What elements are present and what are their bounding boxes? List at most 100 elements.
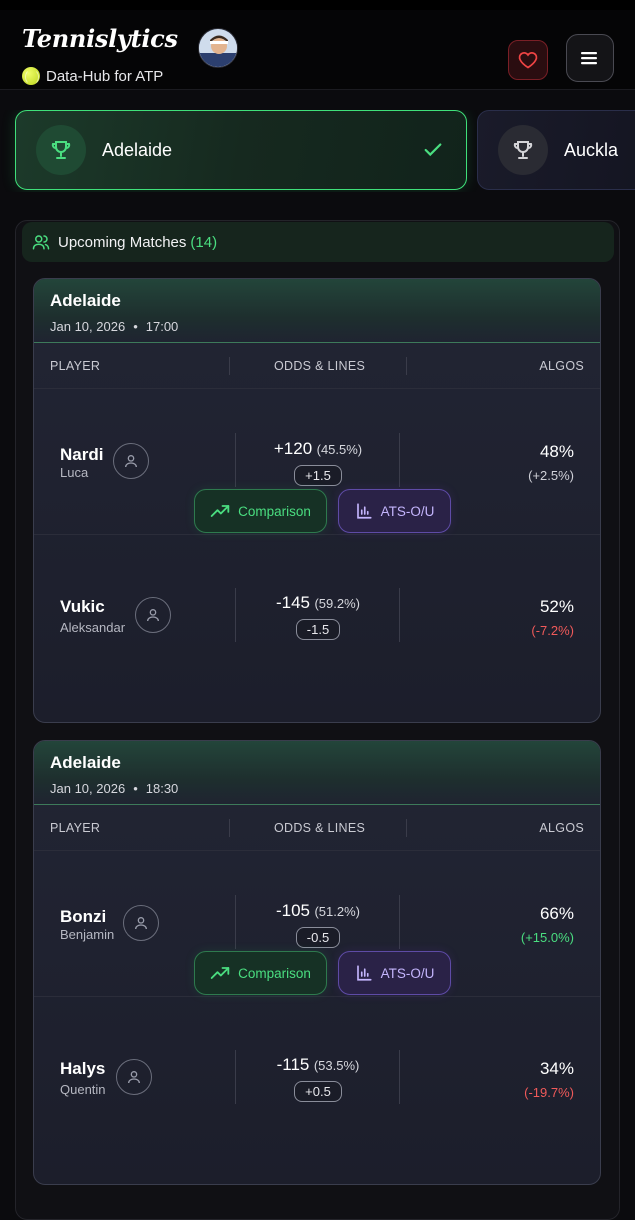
player-profile-button[interactable] <box>123 905 159 941</box>
app-header: Tennislytics Data-Hub for ATP <box>0 10 635 90</box>
algo-change: (+2.5%) <box>528 468 574 483</box>
column-headers: PLAYER ODDS & LINES ALGOS <box>34 805 600 851</box>
comparison-button[interactable]: Comparison <box>194 951 327 995</box>
player-profile-button[interactable] <box>135 597 171 633</box>
col-odds: ODDS & LINES <box>274 359 366 373</box>
user-icon <box>125 455 137 468</box>
match-date: Jan 10, 2026 <box>50 319 126 334</box>
divider <box>406 819 407 837</box>
heart-icon <box>518 52 538 69</box>
algo-change: (-7.2%) <box>531 623 574 638</box>
player-row: Vukic Aleksandar -145 (59.2%) -1.5 52% (… <box>34 553 600 722</box>
player-row: Nardi Luca +120 (45.5%) +1.5 48% (+2.5%) <box>34 389 600 503</box>
moneyline: -145 <box>275 593 311 612</box>
user-icon <box>135 917 147 930</box>
comparison-label: Comparison <box>238 965 311 981</box>
tournament-selector: Adelaide Auckla <box>0 110 635 192</box>
odds-cell: +120 (45.5%) +1.5 <box>234 439 402 486</box>
player-row: Bonzi Benjamin -105 (51.2%) -0.5 66% (+1… <box>34 851 600 965</box>
match-card[interactable]: Adelaide Jan 10, 2026 • 18:30 PLAYER ODDS … <box>33 740 601 1185</box>
tournament-card-auckland[interactable]: Auckla <box>477 110 635 190</box>
user-icon <box>147 609 159 622</box>
algo-change: (-19.7%) <box>524 1085 574 1100</box>
brand-title: Tennislytics <box>22 24 178 53</box>
col-player: PLAYER <box>50 821 101 835</box>
ats-ou-button[interactable]: ATS-O/U <box>338 951 451 995</box>
algo-prob: 66% <box>539 904 574 923</box>
col-algos: ALGOS <box>539 821 584 835</box>
divider <box>229 819 230 837</box>
subtitle: Data-Hub for ATP <box>22 67 163 85</box>
player-first-name: Benjamin <box>60 927 115 942</box>
odds-cell: -115 (53.5%) +0.5 <box>234 1055 402 1102</box>
ats-ou-button[interactable]: ATS-O/U <box>338 489 451 533</box>
status-bar <box>0 0 635 10</box>
match-venue: Adelaide <box>50 753 121 772</box>
divider <box>406 357 407 375</box>
subtitle-text: Data-Hub for ATP <box>46 67 164 85</box>
implied-prob: (59.2%) <box>314 596 360 611</box>
algo-prob: 52% <box>539 597 574 616</box>
algo-cell: 48% (+2.5%) <box>528 442 574 483</box>
divider <box>229 357 230 375</box>
implied-prob: (51.2%) <box>314 904 360 919</box>
match-header: Adelaide Jan 10, 2026 • 17:00 <box>34 279 600 343</box>
moneyline: -115 <box>276 1055 310 1074</box>
col-algos: ALGOS <box>539 359 584 373</box>
user-icon <box>128 1071 140 1084</box>
tournament-card-adelaide[interactable]: Adelaide <box>15 110 467 190</box>
match-date: Jan 10, 2026 <box>50 781 126 796</box>
player-profile-button[interactable] <box>113 443 149 479</box>
trophy-icon <box>51 141 71 159</box>
algo-cell: 52% (-7.2%) <box>531 597 574 638</box>
menu-button[interactable] <box>566 34 614 82</box>
algo-change: (+15.0%) <box>520 930 574 945</box>
spread-line: -1.5 <box>295 619 341 640</box>
implied-prob: (53.5%) <box>313 1058 360 1073</box>
ats-label: ATS-O/U <box>380 503 435 519</box>
player-last-name: Halys <box>60 1059 106 1078</box>
moneyline: +120 <box>273 439 313 458</box>
comparison-button[interactable]: Comparison <box>194 489 327 533</box>
odds-cell: -105 (51.2%) -0.5 <box>234 901 402 948</box>
spread-line: +1.5 <box>294 465 342 486</box>
algo-prob: 34% <box>539 1059 574 1078</box>
player-first-name: Quentin <box>60 1082 106 1097</box>
comparison-label: Comparison <box>238 503 311 519</box>
col-odds: ODDS & LINES <box>274 821 366 835</box>
algo-cell: 66% (+15.0%) <box>521 904 574 945</box>
menu-icon <box>581 52 597 65</box>
spread-line: -0.5 <box>295 927 341 948</box>
column-headers: PLAYER ODDS & LINES ALGOS <box>34 343 600 389</box>
player-profile-button[interactable] <box>116 1059 152 1095</box>
match-header: Adelaide Jan 10, 2026 • 18:30 <box>34 741 600 805</box>
tennis-ball-icon <box>22 67 40 85</box>
match-time: 17:00 <box>145 319 179 334</box>
check-icon <box>424 143 442 157</box>
trophy-badge <box>498 125 548 175</box>
upcoming-label: Upcoming Matches <box>58 233 187 251</box>
trophy-icon <box>513 141 533 159</box>
users-icon <box>32 235 50 250</box>
ats-label: ATS-O/U <box>380 965 435 981</box>
match-time: 18:30 <box>145 781 179 796</box>
trending-up-icon <box>210 967 230 979</box>
match-datetime: Jan 10, 2026 • 18:30 <box>50 781 179 796</box>
divider <box>399 1050 400 1104</box>
tournament-name: Adelaide <box>102 139 173 160</box>
match-card[interactable]: Adelaide Jan 10, 2026 • 17:00 PLAYER ODDS … <box>33 278 601 723</box>
favorites-button[interactable] <box>508 40 548 80</box>
bar-chart-icon <box>356 503 372 519</box>
algo-prob: 48% <box>539 442 574 461</box>
match-actions: Comparison ATS-O/U <box>34 951 600 1015</box>
player-first-name: Luca <box>60 465 89 480</box>
avatar[interactable] <box>198 28 238 68</box>
upcoming-matches-header[interactable]: Upcoming Matches (14) <box>22 222 614 262</box>
match-datetime: Jan 10, 2026 • 17:00 <box>50 319 179 334</box>
trophy-badge <box>36 125 86 175</box>
algo-cell: 34% (-19.7%) <box>524 1059 574 1100</box>
divider <box>399 433 400 487</box>
tournament-name: Auckla <box>564 139 619 160</box>
col-player: PLAYER <box>50 359 101 373</box>
player-last-name: Vukic <box>60 597 105 616</box>
